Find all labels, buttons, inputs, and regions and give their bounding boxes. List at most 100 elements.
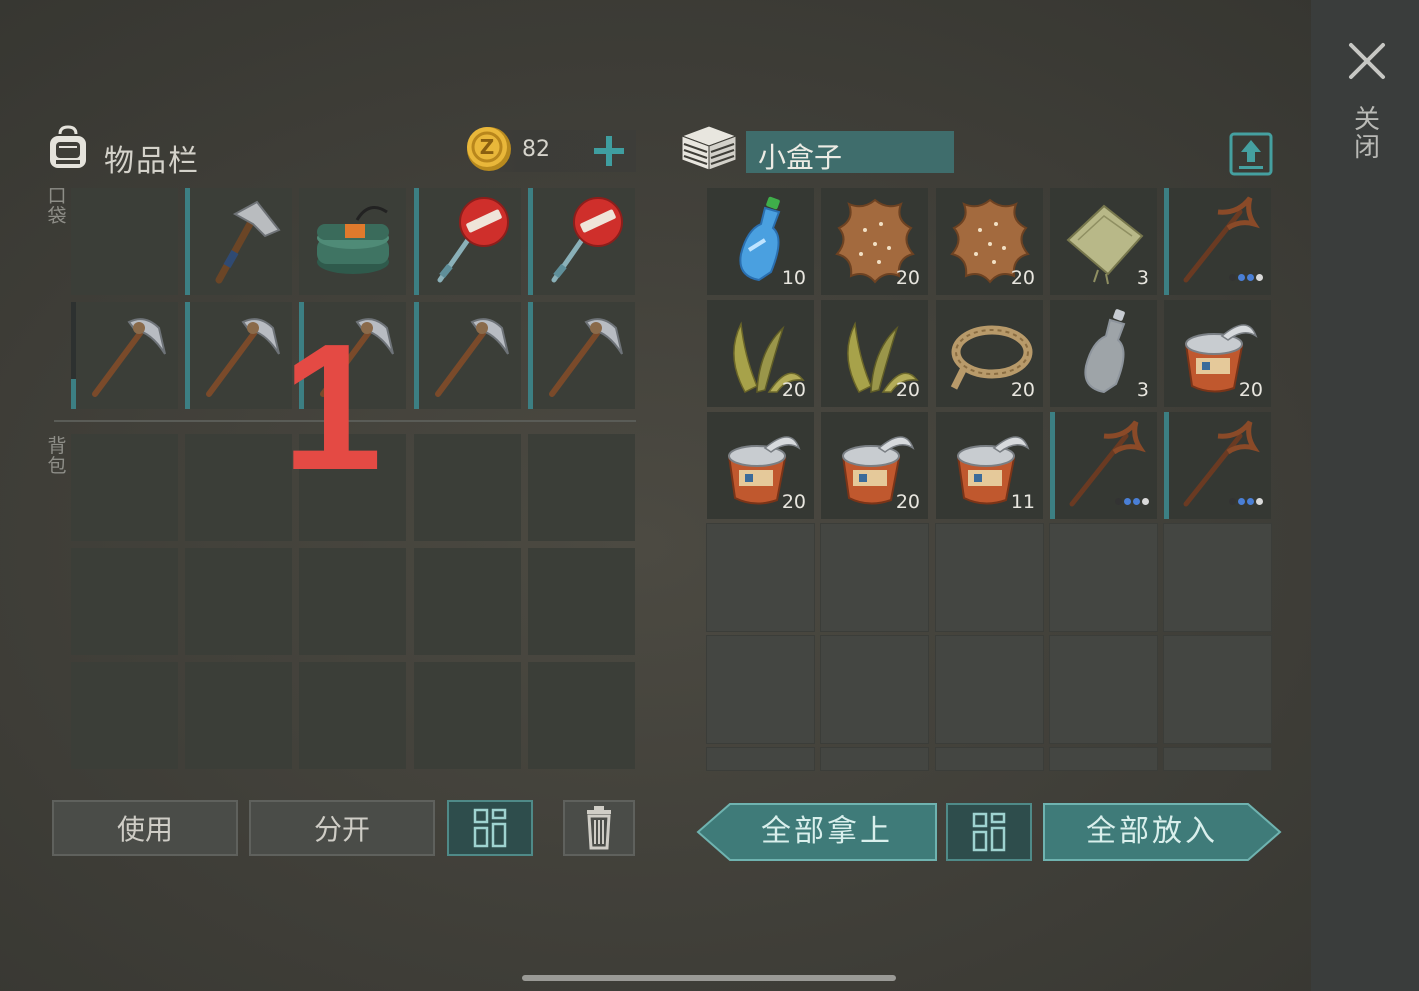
container-slot[interactable] xyxy=(1049,747,1158,771)
container-slot[interactable]: 20 xyxy=(707,300,814,407)
container-slot[interactable] xyxy=(1164,412,1271,519)
put-all-button[interactable]: 全部放入 xyxy=(1042,802,1262,862)
backpack-slot[interactable] xyxy=(299,548,406,655)
container-slot[interactable]: 3 xyxy=(1050,188,1157,295)
backpack-slot[interactable] xyxy=(185,662,292,769)
container-slot[interactable] xyxy=(1164,188,1271,295)
item-quantity: 20 xyxy=(1238,379,1263,401)
item-quantity: 20 xyxy=(1010,379,1035,401)
container-slot[interactable] xyxy=(706,523,815,632)
durability-bar xyxy=(528,302,533,409)
delete-button[interactable] xyxy=(563,800,635,856)
durability-bar xyxy=(528,188,533,295)
stop-sign-axe-icon xyxy=(551,197,623,283)
quality-dots xyxy=(1113,490,1149,509)
pocket-slot[interactable] xyxy=(528,188,635,295)
hatchet-icon xyxy=(215,200,281,284)
backpack-slot[interactable] xyxy=(185,548,292,655)
item-quantity: 20 xyxy=(895,267,920,289)
backpack-slot[interactable] xyxy=(71,434,178,541)
container-slot[interactable] xyxy=(706,635,815,744)
container-slot[interactable]: 20 xyxy=(821,188,928,295)
backpack-slot[interactable] xyxy=(185,434,292,541)
container-slot[interactable] xyxy=(706,747,815,771)
item-quantity: 20 xyxy=(1010,267,1035,289)
pickaxe-icon xyxy=(435,318,509,397)
durability-bar xyxy=(71,302,76,409)
pickaxe-icon xyxy=(206,318,280,397)
container-slot[interactable] xyxy=(935,523,1044,632)
close-label[interactable]: 关闭 xyxy=(1352,106,1382,162)
use-button[interactable]: 使用 xyxy=(52,800,238,856)
backpack-slot[interactable] xyxy=(414,548,521,655)
durability-bar xyxy=(414,302,419,409)
container-slot[interactable]: 3 xyxy=(1050,300,1157,407)
container-slot[interactable]: 20 xyxy=(821,412,928,519)
coin-count: 82 xyxy=(522,137,550,162)
container-slot[interactable] xyxy=(1049,635,1158,744)
backpack-slot[interactable] xyxy=(528,434,635,541)
container-slot[interactable] xyxy=(935,635,1044,744)
item-quantity: 20 xyxy=(781,379,806,401)
durability-bar xyxy=(1050,412,1055,519)
pocket-slot[interactable] xyxy=(528,302,635,409)
backpack-slot[interactable] xyxy=(528,548,635,655)
container-slot[interactable]: 10 xyxy=(707,188,814,295)
durability-bar xyxy=(1164,188,1169,295)
put-all-label: 全部放入 xyxy=(1086,814,1218,849)
svg-text:Z: Z xyxy=(480,135,495,159)
split-button[interactable]: 分开 xyxy=(249,800,435,856)
container-slot[interactable]: 11 xyxy=(936,412,1043,519)
item-quantity: 20 xyxy=(895,379,920,401)
home-indicator[interactable] xyxy=(522,975,896,981)
container-slot[interactable]: 20 xyxy=(936,300,1043,407)
container-slot[interactable] xyxy=(1163,635,1272,744)
pocket-slot[interactable] xyxy=(71,188,178,295)
overlay-number: 1 xyxy=(282,307,383,508)
backpack-slot[interactable] xyxy=(414,662,521,769)
close-icon[interactable] xyxy=(1346,40,1388,82)
container-slot[interactable] xyxy=(1049,523,1158,632)
backpack-slot[interactable] xyxy=(414,434,521,541)
container-slot[interactable] xyxy=(1050,412,1157,519)
pocket-slot[interactable] xyxy=(414,302,521,409)
add-coins-plus-icon[interactable] xyxy=(590,132,628,170)
quality-dots xyxy=(1227,490,1263,509)
container-slot[interactable] xyxy=(820,635,929,744)
container-slot[interactable] xyxy=(820,523,929,632)
upload-icon[interactable] xyxy=(1229,132,1273,176)
container-sort-button[interactable] xyxy=(946,803,1032,861)
backpack-slot[interactable] xyxy=(71,662,178,769)
backpack-slot[interactable] xyxy=(299,662,406,769)
item-quantity: 20 xyxy=(895,491,920,513)
durability-bar xyxy=(414,188,419,295)
container-slot[interactable]: 20 xyxy=(936,188,1043,295)
container-slot[interactable]: 20 xyxy=(821,300,928,407)
pocket-slot[interactable] xyxy=(71,302,178,409)
box-stack-icon xyxy=(680,125,738,171)
backpack-label: 背包 xyxy=(47,435,67,477)
pocket-slot[interactable] xyxy=(185,188,292,295)
backpack-slot[interactable] xyxy=(71,548,178,655)
container-slot[interactable]: 20 xyxy=(1164,300,1271,407)
container-slot[interactable] xyxy=(1163,523,1272,632)
container-slot[interactable]: 20 xyxy=(707,412,814,519)
pickaxe-icon xyxy=(549,318,623,397)
durability-bar xyxy=(1164,412,1169,519)
pickaxe-icon xyxy=(92,318,166,397)
item-quantity: 10 xyxy=(781,267,806,289)
coin-icon: Z xyxy=(467,127,511,171)
container-slot[interactable] xyxy=(1163,747,1272,771)
backpack-slot[interactable] xyxy=(528,662,635,769)
container-slot[interactable] xyxy=(935,747,1044,771)
pocket-slot[interactable] xyxy=(185,302,292,409)
take-all-button[interactable]: 全部拿上 xyxy=(696,802,958,862)
container-slot[interactable] xyxy=(820,747,929,771)
item-quantity: 3 xyxy=(1136,267,1149,289)
pocket-label: 口袋 xyxy=(47,185,67,227)
sort-button[interactable] xyxy=(447,800,533,856)
pocket-slot[interactable] xyxy=(299,188,406,295)
pocket-slot[interactable] xyxy=(414,188,521,295)
quality-dots xyxy=(1227,266,1263,285)
durability-bar xyxy=(185,302,190,409)
